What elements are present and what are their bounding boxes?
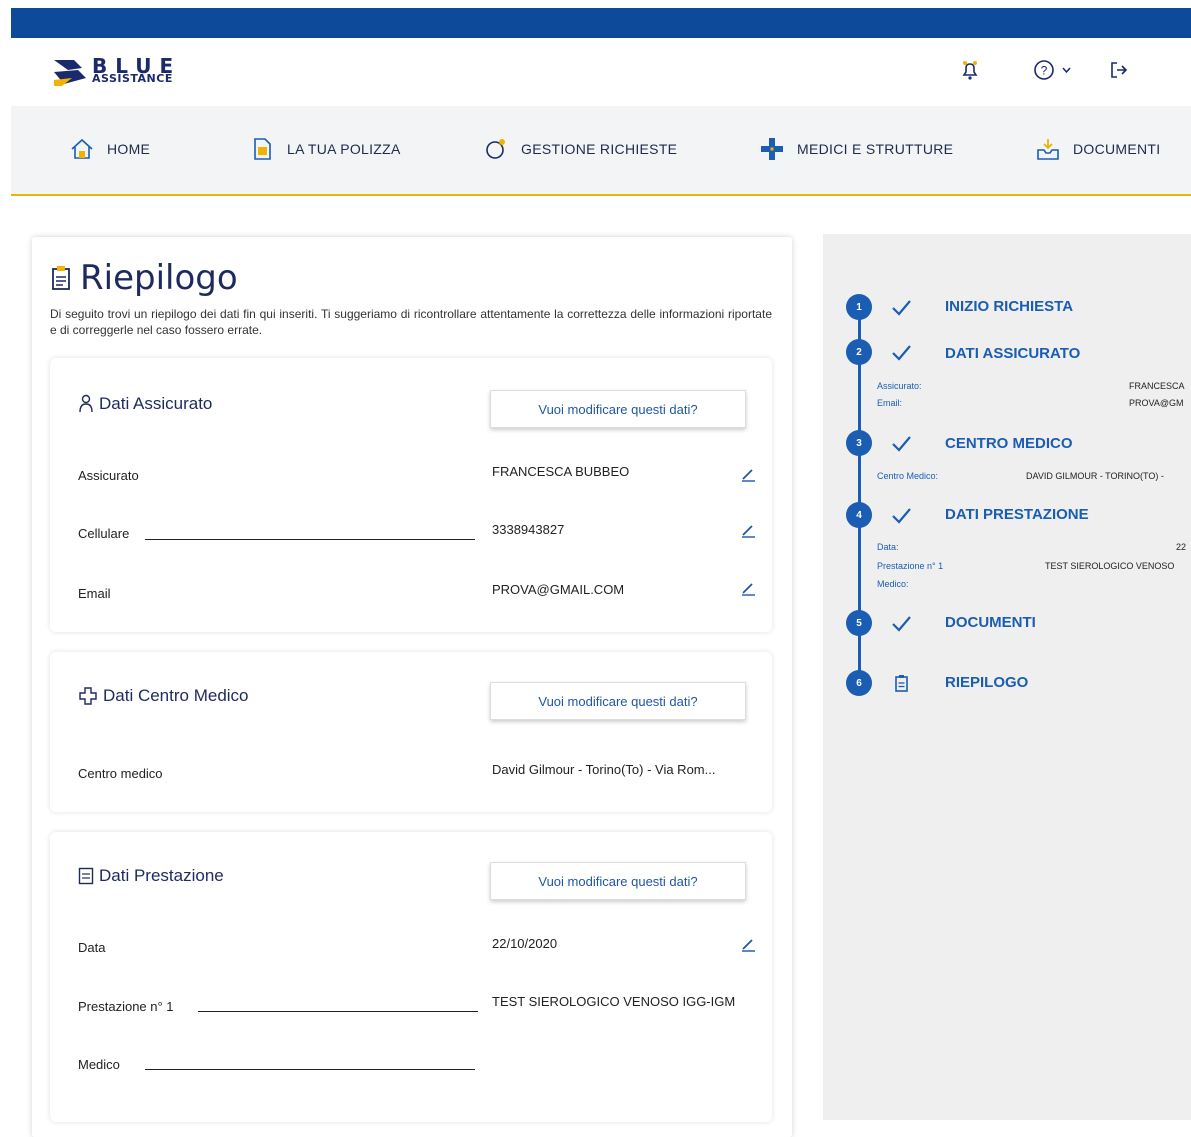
edit-phone-pencil-icon[interactable] — [740, 522, 756, 538]
logo-mark-icon — [54, 60, 86, 86]
section-insured: Dati Assicurato Vuoi modificare questi d… — [50, 358, 772, 632]
step-5-badge: 5 — [846, 610, 872, 636]
section-medical-center-title: Dati Centro Medico — [78, 686, 249, 706]
step-1-check-icon — [892, 300, 911, 316]
nav-doctors[interactable]: MEDICI E STRUTTURE — [759, 136, 953, 162]
step-2-label[interactable]: DATI ASSICURATO — [945, 345, 1080, 362]
date-label: Data — [78, 940, 106, 955]
medical-center-label: Centro medico — [78, 766, 163, 781]
clipboard-icon — [52, 266, 70, 290]
section-service-title-text: Dati Prestazione — [99, 866, 224, 885]
step-4-detail-val-1: 22 — [1176, 542, 1187, 552]
edit-insured-button[interactable]: Vuoi modificare questi dati? — [490, 390, 746, 428]
step-4-detail-val-2: TEST SIEROLOGICO VENOSO — [1045, 561, 1175, 571]
medical-cross-icon — [761, 138, 783, 160]
step-3-check-icon — [892, 436, 911, 452]
nav-doctors-label: MEDICI E STRUTTURE — [797, 141, 954, 157]
insured-value: FRANCESCA BUBBEO — [492, 464, 630, 479]
logout-icon[interactable] — [1107, 58, 1131, 82]
person-icon — [79, 394, 93, 413]
brand-subname: ASSISTANCE — [92, 72, 173, 85]
insured-label: Assicurato — [78, 468, 139, 483]
step-4-label[interactable]: DATI PRESTAZIONE — [945, 506, 1089, 523]
step-4-check-icon — [892, 508, 911, 524]
phone-label: Cellulare — [78, 526, 130, 541]
top-color-bar — [11, 8, 1191, 38]
email-value: PROVA@GMAIL.COM — [492, 582, 625, 597]
nav-home-label: HOME — [107, 141, 151, 157]
section-service-title: Dati Prestazione — [78, 866, 224, 886]
page-title-text: Riepilogo — [80, 258, 238, 298]
date-value: 22/10/2020 — [492, 936, 558, 951]
section-medical-center: Dati Centro Medico Vuoi modificare quest… — [50, 652, 772, 812]
step-3-label[interactable]: CENTRO MEDICO — [945, 435, 1073, 452]
form-icon — [78, 867, 94, 885]
step-1-badge: 1 — [846, 294, 872, 320]
edit-service-button[interactable]: Vuoi modificare questi dati? — [490, 862, 746, 900]
requests-icon — [486, 139, 505, 159]
email-label: Email — [78, 586, 111, 601]
step-2-detail-val-1: FRANCESCA — [1129, 381, 1185, 391]
bell-icon[interactable] — [958, 58, 982, 82]
edit-medical-center-button[interactable]: Vuoi modificare questi dati? — [490, 682, 746, 720]
help-icon: ? — [1034, 60, 1071, 80]
section-service: Dati Prestazione Vuoi modificare questi … — [50, 832, 772, 1122]
page-title: Riepilogo — [50, 258, 238, 298]
step-3-detail-val-1: DAVID GILMOUR - TORINO(TO) - — [1026, 471, 1164, 481]
step-3-detail-key-1: Centro Medico: — [877, 471, 939, 481]
step-6-label[interactable]: RIEPILOGO — [945, 674, 1028, 691]
doctor-label: Medico — [78, 1057, 120, 1072]
nav-requests[interactable]: GESTIONE RICHIESTE — [483, 136, 677, 162]
document-icon — [254, 138, 271, 160]
step-6-badge: 6 — [846, 670, 872, 696]
step-3-badge: 3 — [846, 430, 872, 456]
service-value: TEST SIEROLOGICO VENOSO IGG-IGM — [492, 994, 736, 1009]
medical-center-value: David Gilmour - Torino(To) - Via Rom... — [492, 762, 716, 777]
home-icon — [71, 138, 93, 159]
step-6-clipboard-icon — [895, 675, 908, 692]
nav-policy-label: LA TUA POLIZZA — [287, 141, 401, 157]
section-insured-title-text: Dati Assicurato — [99, 394, 213, 413]
inbox-icon — [1037, 139, 1059, 160]
main-nav: HOME LA TUA POLIZZA GESTIONE RICHIESTE M… — [11, 106, 1191, 196]
nav-documents[interactable]: DOCUMENTI — [1035, 136, 1160, 162]
step-4-badge: 4 — [846, 502, 872, 528]
service-label: Prestazione n° 1 — [78, 999, 174, 1014]
step-4-detail-key-2: Prestazione n° 1 — [877, 561, 944, 571]
nav-requests-label: GESTIONE RICHIESTE — [521, 141, 678, 157]
blue-assistance-logo[interactable]: BLUE ASSISTANCE — [52, 54, 212, 90]
service-underline — [198, 1011, 478, 1012]
section-insured-title: Dati Assicurato — [78, 394, 212, 414]
nav-policy[interactable]: LA TUA POLIZZA — [249, 136, 401, 162]
step-2-check-icon — [892, 345, 911, 361]
step-5-label[interactable]: DOCUMENTI — [945, 614, 1036, 631]
phone-value: 3338943827 — [492, 522, 565, 537]
section-medical-center-title-text: Dati Centro Medico — [103, 686, 249, 705]
step-4-detail-key-1: Data: — [877, 542, 899, 552]
step-2-badge: 2 — [846, 339, 872, 365]
step-5-check-icon — [892, 616, 911, 632]
medical-cross-outline-icon — [79, 687, 97, 705]
nav-documents-label: DOCUMENTI — [1073, 141, 1161, 157]
step-1-label[interactable]: INIZIO RICHIESTA — [945, 298, 1073, 315]
step-2-detail-val-2: PROVA@GM — [1129, 398, 1184, 408]
step-2-detail-key-1: Assicurato: — [877, 381, 922, 391]
intro-text: Di seguito trovi un riepilogo dei dati f… — [50, 307, 772, 337]
help-menu[interactable]: ? — [1033, 58, 1077, 82]
edit-insured-pencil-icon[interactable] — [740, 466, 756, 482]
nav-home[interactable]: HOME — [69, 136, 150, 162]
step-4-detail-key-3: Medico: — [877, 579, 909, 589]
svg-text:?: ? — [1041, 64, 1048, 78]
step-2-detail-key-2: Email: — [877, 398, 903, 408]
doctor-underline — [145, 1069, 475, 1070]
edit-date-pencil-icon[interactable] — [740, 936, 756, 952]
edit-email-pencil-icon[interactable] — [740, 580, 756, 596]
phone-underline — [145, 539, 475, 540]
